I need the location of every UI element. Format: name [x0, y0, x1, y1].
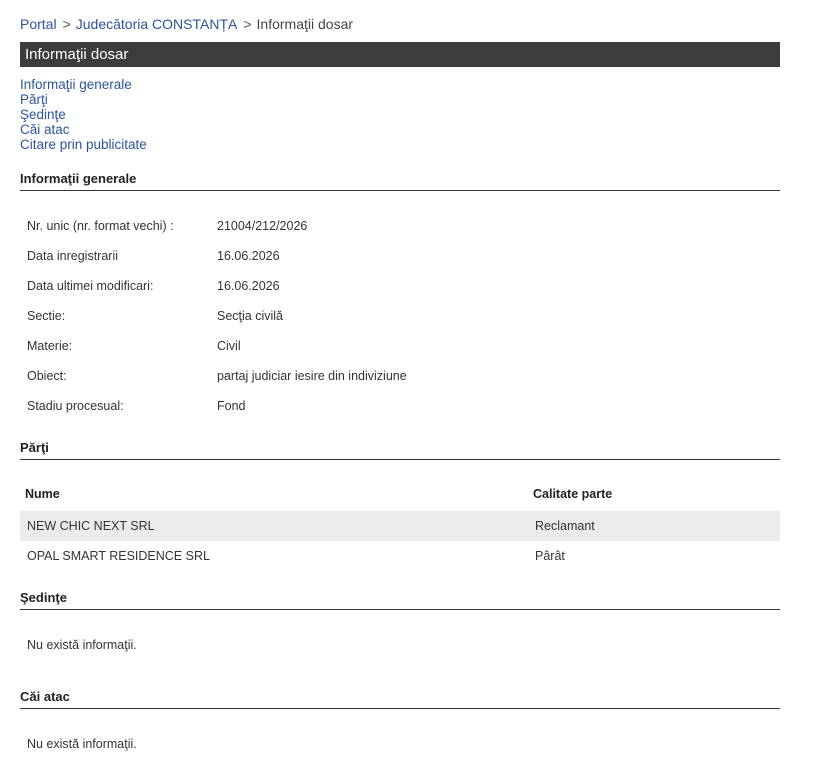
section-heading-parti: Părţi — [20, 440, 780, 460]
nav-link-informatii-generale[interactable]: Informaţii generale — [20, 77, 147, 92]
info-value: 21004/212/2026 — [217, 219, 308, 233]
party-role: Pârât — [535, 549, 565, 563]
table-row: NEW CHIC NEXT SRL Reclamant — [20, 511, 780, 541]
info-label: Data inregistrarii — [27, 249, 119, 263]
info-row-materie: Materie: Civil — [27, 339, 241, 353]
info-value: 16.06.2026 — [217, 249, 280, 263]
table-row: OPAL SMART RESIDENCE SRL Pârât — [20, 541, 780, 571]
info-label: Materie: — [27, 339, 73, 353]
info-value: Secţia civilă — [217, 309, 283, 323]
section-heading-sedinte: Şedinţe — [20, 590, 780, 610]
info-value: Civil — [217, 339, 241, 353]
table-header: Nume Calitate parte — [20, 484, 780, 504]
info-row-stadiu-procesual: Stadiu procesual: Fond — [27, 399, 246, 413]
sedinte-empty-message: Nu există informaţii. — [27, 638, 137, 652]
info-row-data-inregistrarii: Data inregistrarii 16.06.2026 — [27, 249, 280, 263]
info-row-nr-unic: Nr. unic (nr. format vechi) : 21004/212/2… — [27, 219, 307, 233]
info-label: Sectie: — [27, 309, 66, 323]
info-label: Data ultimei modificari: — [27, 279, 154, 293]
party-role: Reclamant — [535, 519, 595, 533]
section-heading-informatii-generale: Informaţii generale — [20, 171, 780, 191]
section-heading-cai-atac: Căi atac — [20, 689, 780, 709]
breadcrumb-portal-link[interactable]: Portal — [20, 16, 57, 32]
column-header-nume: Nume — [25, 487, 60, 501]
breadcrumb-separator: > — [62, 16, 71, 32]
breadcrumb-current: Informaţii dosar — [256, 16, 354, 32]
party-name: OPAL SMART RESIDENCE SRL — [27, 549, 210, 563]
nav-link-cai-atac[interactable]: Căi atac — [20, 122, 147, 137]
section-nav: Informaţii generale Părţi Şedinţe Căi at… — [20, 77, 147, 152]
page-title: Informaţii dosar — [20, 42, 780, 67]
info-label: Stadiu procesual: — [27, 399, 124, 413]
info-row-data-ultimei-modificari: Data ultimei modificari: 16.06.2026 — [27, 279, 280, 293]
info-value: Fond — [217, 399, 246, 413]
info-row-sectie: Sectie: Secţia civilă — [27, 309, 283, 323]
party-name: NEW CHIC NEXT SRL — [27, 519, 155, 533]
cai-atac-empty-message: Nu există informaţii. — [27, 737, 137, 751]
breadcrumb: Portal > Judecătoria CONSTANȚA > Informaţii … — [20, 16, 353, 32]
nav-link-sedinte[interactable]: Şedinţe — [20, 107, 147, 122]
nav-link-citare-publicitate[interactable]: Citare prin publicitate — [20, 137, 147, 152]
info-value: 16.06.2026 — [217, 279, 280, 293]
info-row-obiect: Obiect: partaj judiciar iesire din indivi… — [27, 369, 407, 383]
breadcrumb-separator: > — [243, 16, 252, 32]
info-label: Nr. unic (nr. format vechi) : — [27, 219, 174, 233]
info-value: partaj judiciar iesire din indiviziune — [217, 369, 407, 383]
breadcrumb-court-link[interactable]: Judecătoria CONSTANȚA — [76, 16, 238, 32]
nav-link-parti[interactable]: Părţi — [20, 92, 147, 107]
info-label: Obiect: — [27, 369, 67, 383]
column-header-calitate-parte: Calitate parte — [533, 487, 613, 501]
